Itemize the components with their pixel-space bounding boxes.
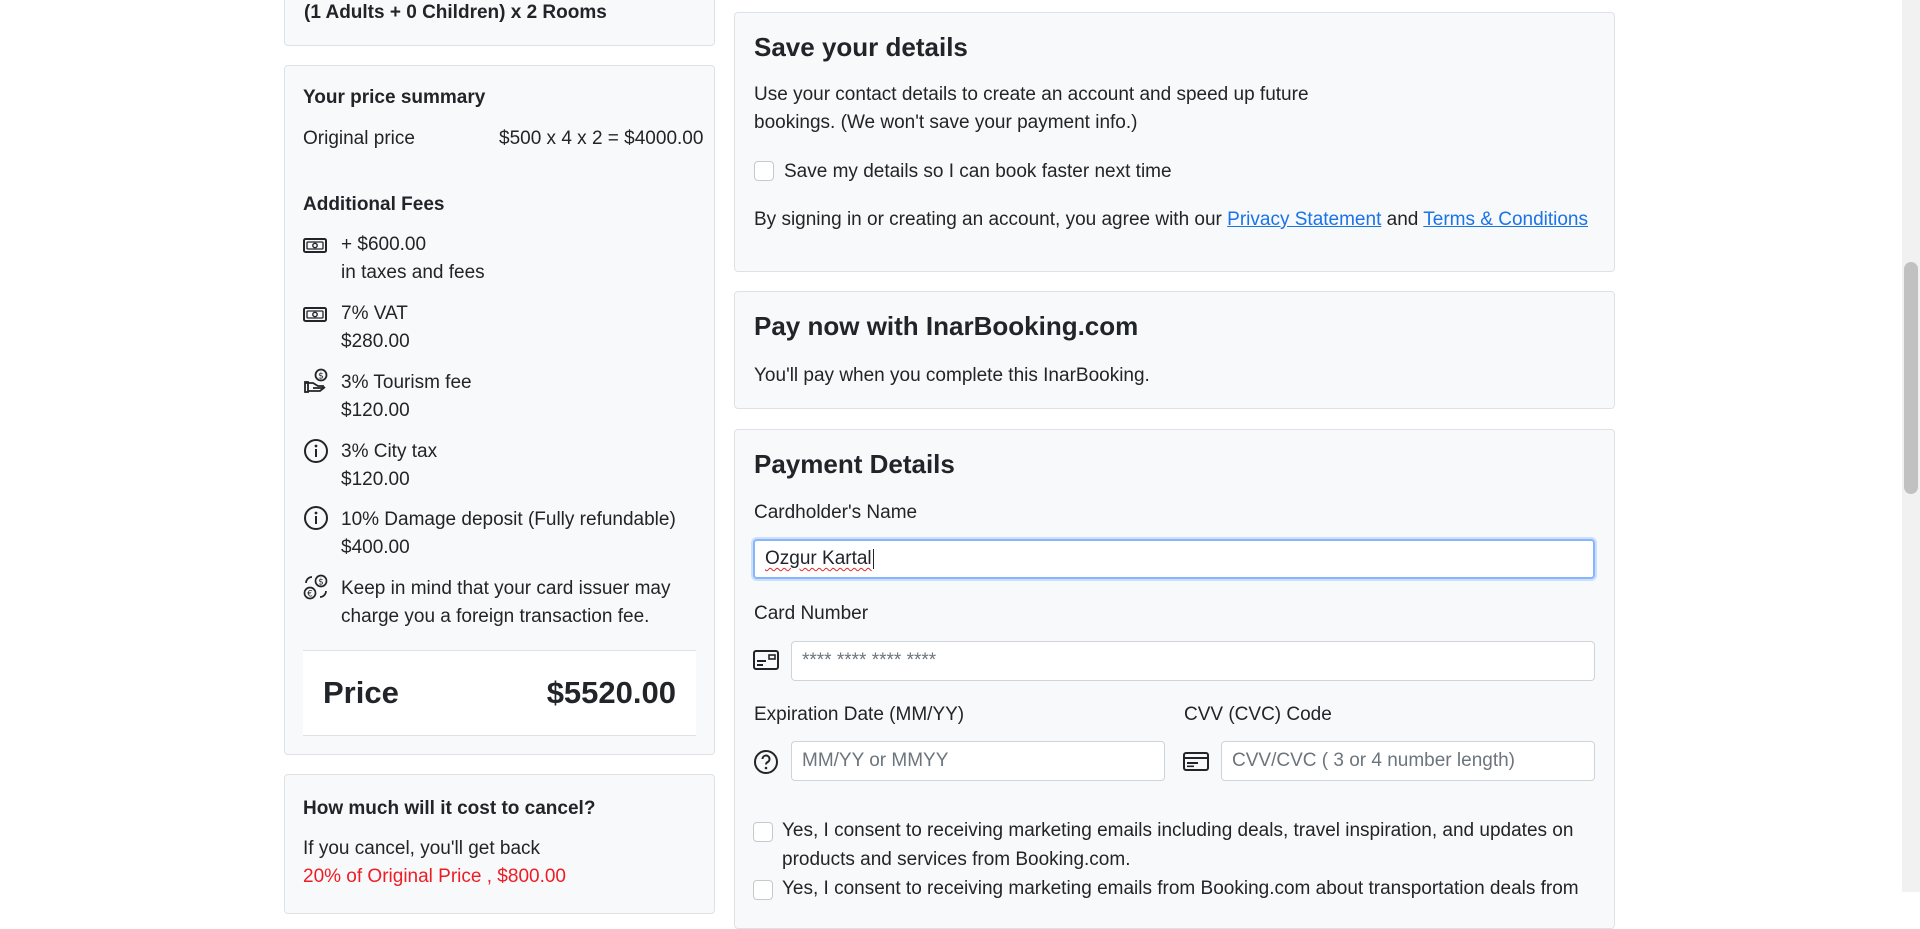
- page-scrollbar-thumb[interactable]: [1904, 262, 1918, 494]
- cvv-code-input[interactable]: [1221, 741, 1595, 781]
- text-caret: [872, 548, 874, 569]
- fee-vat-label: 7% VAT: [341, 303, 408, 324]
- marketing-consent-label-line1[interactable]: Yes, I consent to receiving marketing em…: [782, 817, 1573, 845]
- pay-now-card: [734, 291, 1615, 409]
- occupancy-card: (1 Adults + 0 Children) x 2 Rooms: [284, 0, 715, 46]
- occupancy-text: (1 Adults + 0 Children) x 2 Rooms: [304, 2, 607, 23]
- cardholder-name-value: Ozgur Kartal: [765, 548, 872, 569]
- privacy-statement-link[interactable]: Privacy Statement: [1227, 209, 1381, 230]
- expiration-date-label: Expiration Date (MM/YY): [754, 704, 965, 725]
- info-icon: [303, 438, 329, 464]
- original-price-value: $500 x 4 x 2 = $4000.00: [499, 128, 704, 149]
- currency-exchange-icon: $ €: [303, 574, 329, 600]
- transport-consent-label-line1[interactable]: Yes, I consent to receiving marketing em…: [782, 875, 1579, 903]
- fee-damage-deposit-amount: $400.00: [341, 537, 410, 558]
- save-details-desc-line2: bookings. (We won't save your payment in…: [754, 112, 1138, 133]
- fee-tourism-amount: $120.00: [341, 400, 410, 421]
- total-price-value: $5520.00: [546, 675, 676, 710]
- svg-text:$: $: [318, 578, 323, 588]
- price-summary-title: Your price summary: [303, 87, 486, 108]
- question-circle-icon: [753, 749, 779, 775]
- card-number-label: Card Number: [754, 603, 869, 624]
- agreement-and: and: [1386, 209, 1419, 230]
- save-details-checkbox-label[interactable]: Save my details so I can book faster nex…: [784, 158, 1172, 186]
- fee-city-tax-label: 3% City tax: [341, 441, 438, 462]
- cvv-code-label: CVV (CVC) Code: [1184, 704, 1332, 725]
- hand-coin-icon: $: [303, 368, 329, 394]
- fee-vat-amount: $280.00: [341, 331, 410, 352]
- marketing-consent-checkbox[interactable]: [753, 822, 773, 842]
- marketing-consent-label-line2[interactable]: products and services from Booking.com.: [782, 846, 1131, 874]
- cash-icon: [303, 233, 329, 259]
- save-details-checkbox[interactable]: [754, 161, 774, 181]
- fee-taxes-amount: + $600.00: [341, 234, 427, 255]
- svg-text:$: $: [318, 372, 324, 382]
- agreement-prefix: By signing in or creating an account, yo…: [754, 209, 1222, 230]
- fee-foreign-note-line2: charge you a foreign transaction fee.: [341, 606, 650, 627]
- terms-conditions-link[interactable]: Terms & Conditions: [1423, 209, 1588, 230]
- info-icon: [303, 505, 329, 531]
- cancellation-title: How much will it cost to cancel?: [303, 798, 596, 819]
- cancellation-refund: 20% of Original Price , $800.00: [303, 866, 566, 887]
- total-price-box: Price $5520.00: [303, 650, 696, 736]
- additional-fees-title: Additional Fees: [303, 194, 445, 215]
- credit-card-icon: [753, 647, 779, 673]
- save-details-desc-line1: Use your contact details to create an ac…: [754, 84, 1309, 105]
- pay-now-title: Pay now with InarBooking.com: [754, 311, 1139, 341]
- fee-foreign-note-line1: Keep in mind that your card issuer may: [341, 578, 671, 599]
- transport-consent-checkbox[interactable]: [753, 880, 773, 900]
- card-number-input[interactable]: [791, 641, 1595, 681]
- total-price-label: Price: [323, 675, 399, 710]
- payment-details-title: Payment Details: [754, 449, 955, 479]
- pay-now-desc: You'll pay when you complete this InarBo…: [754, 365, 1150, 386]
- cardholder-name-input[interactable]: Ozgur Kartal: [753, 539, 1595, 579]
- agreement-text: By signing in or creating an account, yo…: [754, 206, 1588, 234]
- svg-text:€: €: [307, 589, 312, 599]
- fee-tourism-label: 3% Tourism fee: [341, 372, 472, 393]
- cash-icon: [303, 302, 329, 328]
- page-scrollbar-track[interactable]: [1902, 0, 1920, 892]
- fee-taxes-desc: in taxes and fees: [341, 262, 485, 283]
- fee-damage-deposit-label: 10% Damage deposit (Fully refundable): [341, 509, 676, 530]
- card-back-icon: [1183, 748, 1209, 774]
- save-details-title: Save your details: [754, 32, 968, 62]
- fee-city-tax-amount: $120.00: [341, 469, 410, 490]
- original-price-label: Original price: [303, 128, 415, 149]
- cancellation-text: If you cancel, you'll get back: [303, 838, 541, 859]
- cardholder-name-label: Cardholder's Name: [754, 502, 918, 523]
- expiration-date-input[interactable]: [791, 741, 1165, 781]
